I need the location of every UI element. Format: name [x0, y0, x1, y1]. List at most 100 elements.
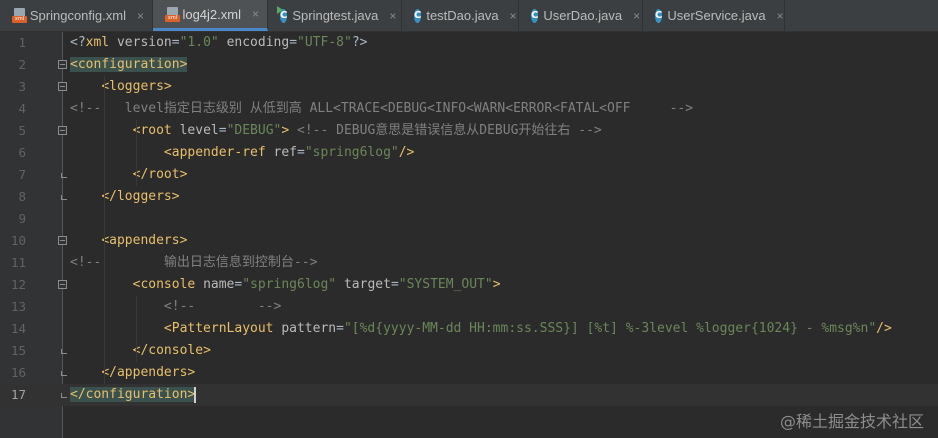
code-line[interactable]: 4 <!-- level指定日志级别 从低到高 ALL<TRACE<DEBUG<I…	[0, 98, 938, 120]
code-line[interactable]: 1 <?xml version="1.0" encoding="UTF-8"?>	[0, 32, 938, 54]
close-icon[interactable]: ×	[389, 9, 396, 23]
code-text: <loggers>	[70, 76, 171, 98]
code-token: </configuration>	[70, 387, 196, 402]
fold-expanded-icon[interactable]	[58, 82, 67, 91]
tab-label: Springconfig.xml	[29, 8, 126, 23]
code-line[interactable]: 2 <configuration>	[0, 54, 938, 76]
line-number: 5	[18, 123, 26, 138]
code-token: <appender-ref	[163, 145, 274, 160]
indent-guide	[136, 120, 137, 186]
code-token: =	[296, 145, 305, 160]
code-text: </console>	[70, 340, 211, 362]
code-token: />	[398, 145, 415, 160]
xml-file-icon: xml	[165, 6, 180, 22]
code-text: <appenders>	[70, 230, 187, 252]
code-token: version	[116, 35, 172, 50]
line-number: 4	[18, 101, 26, 116]
tab-springtest-java[interactable]: C Springtest.java ×	[268, 0, 402, 31]
code-token: <!-- -->	[163, 299, 282, 314]
line-number: 1	[18, 35, 26, 50]
indent-guide	[136, 296, 137, 362]
code-token: =	[390, 277, 399, 292]
code-line[interactable]: 16 </appenders>	[0, 362, 938, 384]
code-text: <appender-ref ref="spring6log"/>	[70, 142, 414, 164]
code-line[interactable]: 14 <PatternLayout pattern="[%d{yyyy-MM-d…	[0, 318, 938, 340]
java-class-icon: C	[531, 8, 539, 23]
line-number: 11	[10, 255, 26, 270]
watermark: @稀土掘金技术社区	[779, 412, 924, 431]
code-line[interactable]: 13 <!-- -->	[0, 296, 938, 318]
code-text: </configuration>	[70, 384, 197, 406]
code-token: <!-- level指定日志级别 从低到高 ALL<TRACE<DEBUG<IN…	[70, 101, 694, 116]
code-text: <!-- -->	[70, 296, 281, 318]
close-icon[interactable]: ×	[252, 7, 259, 21]
tab-springconfig-xml[interactable]: xml Springconfig.xml ×	[0, 0, 153, 31]
code-line[interactable]: 10 <appenders>	[0, 230, 938, 252]
fold-expanded-icon[interactable]	[58, 126, 67, 135]
code-editor[interactable]: 1 <?xml version="1.0" encoding="UTF-8"?> 2…	[0, 32, 938, 438]
code-token: "1.0"	[179, 35, 219, 50]
line-number: 7	[18, 167, 26, 182]
fold-expanded-icon[interactable]	[58, 60, 67, 69]
indent-guide	[104, 76, 105, 384]
code-line[interactable]: 5 <root level="DEBUG"> <!-- DEBUG意思是错误信息…	[0, 120, 938, 142]
code-text: <?xml version="1.0" encoding="UTF-8"?>	[70, 32, 367, 54]
code-token: level	[179, 123, 219, 138]
fold-end-icon[interactable]	[61, 195, 67, 200]
code-token: xml	[85, 35, 117, 50]
code-line[interactable]: 9	[0, 208, 938, 230]
code-token: =	[336, 321, 344, 336]
code-line[interactable]: 7 </root>	[0, 164, 938, 186]
fold-end-icon[interactable]	[61, 349, 67, 354]
close-icon[interactable]: ×	[510, 9, 517, 23]
code-token: <appenders>	[101, 233, 188, 248]
close-icon[interactable]: ×	[777, 9, 784, 23]
tab-label: log4j2.xml	[182, 6, 241, 22]
code-token: <!-- 输出日志信息到控制台-->	[70, 255, 318, 270]
line-number: 17	[10, 387, 26, 402]
code-line[interactable]: 11 <!-- 输出日志信息到控制台-->	[0, 252, 938, 274]
code-token: =	[289, 35, 298, 50]
code-line[interactable]: 12 <console name="spring6log" target="SY…	[0, 274, 938, 296]
java-class-icon: C	[655, 8, 663, 23]
fold-end-icon[interactable]	[61, 393, 67, 398]
code-token: />	[876, 321, 892, 336]
fold-end-icon[interactable]	[61, 371, 67, 376]
code-text: <!-- level指定日志级别 从低到高 ALL<TRACE<DEBUG<IN…	[70, 98, 693, 120]
tab-label: testDao.java	[426, 8, 499, 23]
code-line[interactable]: 8 </loggers>	[0, 186, 938, 208]
close-icon[interactable]: ×	[633, 9, 640, 23]
tab-log4j2-xml[interactable]: xml log4j2.xml ×	[153, 0, 268, 31]
tab-userservice-java[interactable]: C UserService.java ×	[643, 0, 785, 31]
code-token: "spring6log"	[242, 277, 337, 292]
code-text: </root>	[70, 164, 188, 186]
fold-expanded-icon[interactable]	[58, 280, 67, 289]
code-token: <console	[132, 277, 204, 292]
fold-end-icon[interactable]	[61, 173, 67, 178]
code-token: =	[171, 35, 180, 50]
code-line[interactable]: 3 <loggers>	[0, 76, 938, 98]
code-token: name	[203, 277, 235, 292]
code-token: <!-- DEBUG意思是错误信息从DEBUG开始往右 -->	[297, 123, 602, 138]
code-token: </root>	[132, 167, 188, 182]
tab-testdao-java[interactable]: CtestDao.java ×	[402, 0, 519, 31]
close-icon[interactable]: ×	[137, 9, 144, 23]
code-line[interactable]: 15 </console>	[0, 340, 938, 362]
code-line[interactable]: 17 </configuration>	[0, 384, 938, 406]
code-token: "[%d{yyyy-MM-dd HH:mm:ss.SSS}] [%t] %-3l…	[343, 321, 877, 336]
code-line[interactable]: 6 <appender-ref ref="spring6log"/>	[0, 142, 938, 164]
java-class-runnable-icon: C	[277, 5, 288, 23]
code-token: <PatternLayout	[163, 321, 282, 336]
fold-expanded-icon[interactable]	[58, 236, 67, 245]
tab-userdao-java[interactable]: C UserDao.java ×	[519, 0, 643, 31]
code-token: >	[492, 277, 501, 292]
